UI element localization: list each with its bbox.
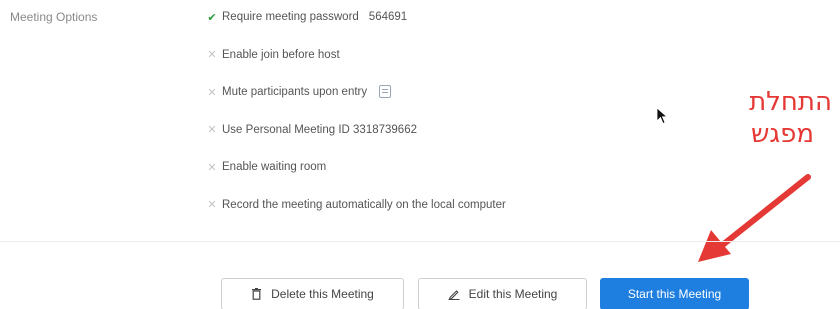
meeting-options-list: ✔ Require meeting password 564691 ✕ Enab… [206, 9, 506, 234]
option-label: Mute participants upon entry [222, 86, 368, 98]
option-require-password: ✔ Require meeting password 564691 [206, 9, 506, 25]
annotation-line-1: התחלת [749, 87, 832, 117]
option-label: Enable waiting room [222, 161, 327, 173]
delete-meeting-label: Delete this Meeting [271, 287, 374, 301]
option-waiting-room: ✕ Enable waiting room [206, 159, 506, 175]
check-icon: ✔ [207, 11, 217, 24]
annotation-line-2: מפגש [750, 119, 814, 149]
x-icon: ✕ [207, 86, 217, 99]
start-meeting-label: Start this Meeting [627, 287, 722, 301]
divider [0, 241, 840, 242]
option-mute-participants: ✕ Mute participants upon entry [206, 84, 506, 100]
option-personal-meeting-id: ✕ Use Personal Meeting ID 3318739662 [206, 122, 506, 138]
red-arrow-icon [698, 174, 811, 262]
option-auto-record: ✕ Record the meeting automatically on th… [206, 197, 506, 213]
x-icon: ✕ [207, 124, 217, 136]
trash-icon [251, 288, 262, 300]
edit-meeting-button[interactable]: Edit this Meeting [418, 278, 587, 309]
x-icon: ✕ [207, 49, 217, 61]
x-icon: ✕ [207, 161, 217, 174]
meeting-options-label: Meeting Options [10, 10, 98, 24]
delete-meeting-button[interactable]: Delete this Meeting [221, 278, 404, 309]
x-icon: ✕ [207, 199, 217, 211]
edit-meeting-label: Edit this Meeting [468, 287, 558, 301]
option-label: Require meeting password [222, 11, 359, 23]
option-label: Use Personal Meeting ID 3318739662 [222, 123, 417, 136]
option-label: Record the meeting automatically on the … [222, 198, 506, 211]
option-label: Enable join before host [222, 48, 340, 61]
hebrew-annotation: התחלת מפגש [749, 86, 832, 150]
info-icon[interactable] [379, 84, 392, 98]
option-join-before-host: ✕ Enable join before host [206, 47, 506, 63]
pencil-icon [448, 288, 460, 300]
meeting-password-value: 564691 [368, 11, 408, 23]
mouse-cursor-icon [656, 107, 668, 125]
start-meeting-button[interactable]: Start this Meeting [600, 278, 749, 309]
meeting-details-page: Meeting Options ✔ Require meeting passwo… [0, 0, 840, 309]
